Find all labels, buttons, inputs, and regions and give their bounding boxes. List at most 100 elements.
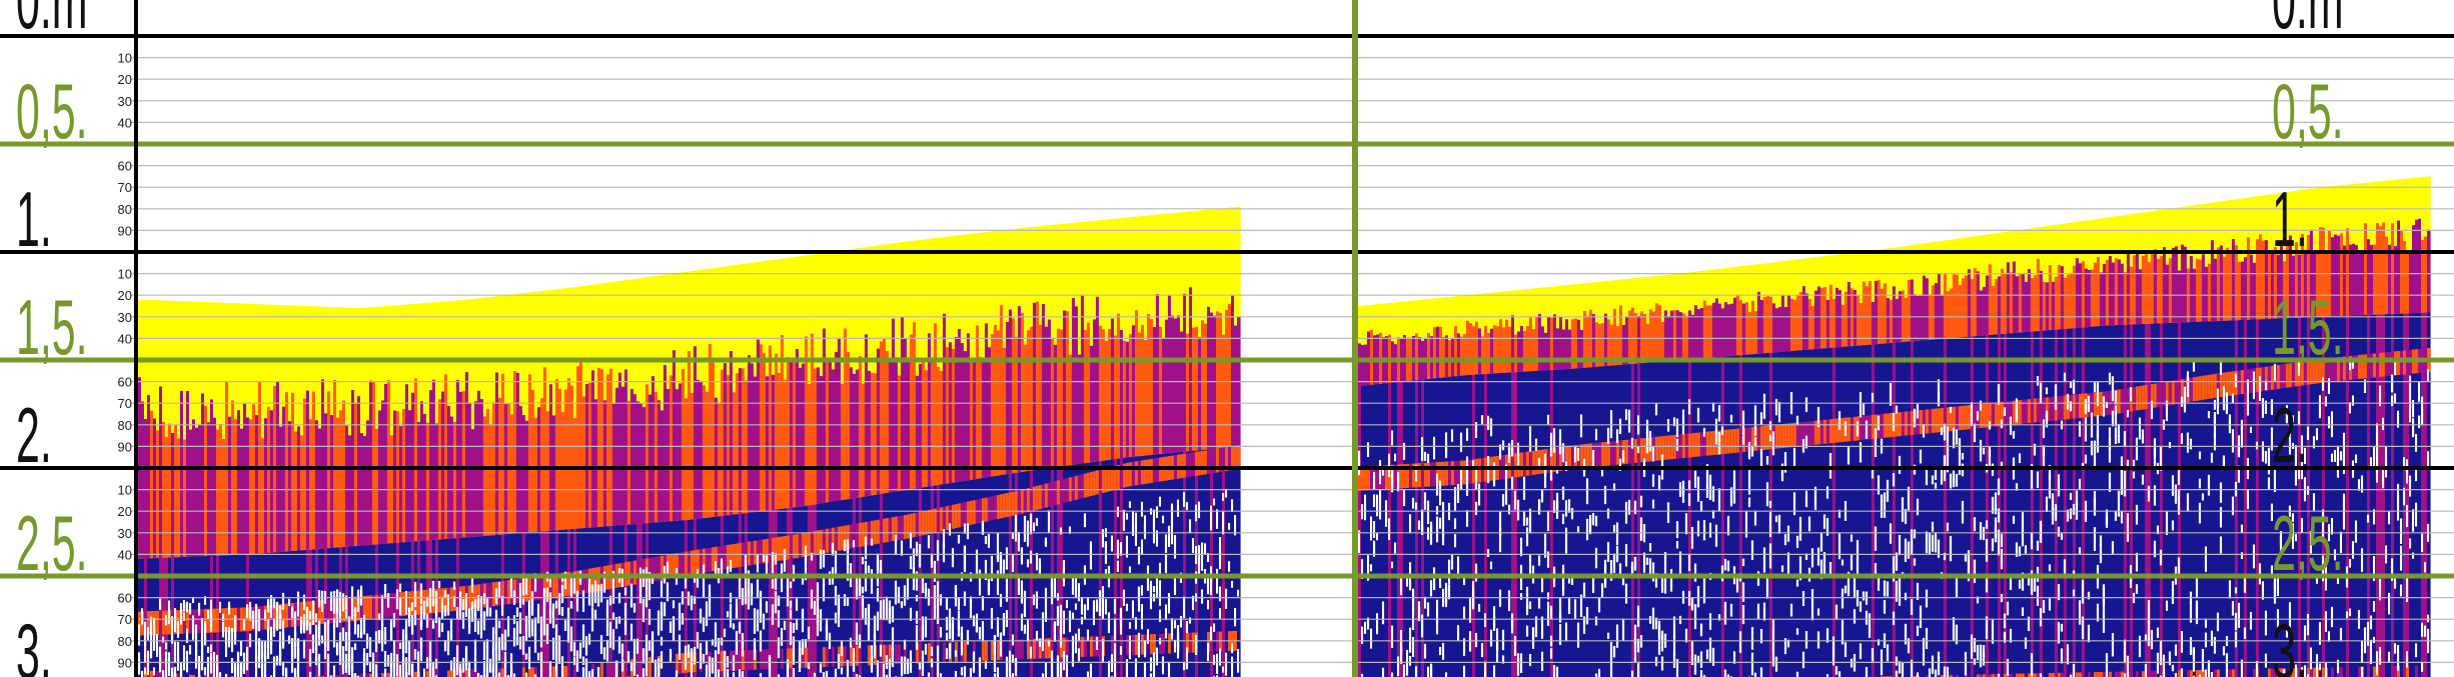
signal-gap <box>1904 538 1907 562</box>
signal-gap <box>813 672 816 677</box>
signal-gap <box>1373 471 1376 490</box>
signal-gap <box>267 599 270 613</box>
signal-gap <box>1796 628 1799 635</box>
signal-gap <box>1005 578 1008 602</box>
signal-gap <box>447 630 450 656</box>
signal-gap <box>210 616 213 627</box>
signal-gap <box>549 661 552 675</box>
signal-gap <box>1215 509 1219 529</box>
signal-gap <box>462 657 465 673</box>
signal-gap <box>483 593 486 605</box>
signal-gap <box>1029 550 1032 564</box>
signal-gap <box>1140 539 1144 555</box>
signal-gap <box>1742 558 1745 567</box>
signal-gap <box>1116 560 1119 572</box>
signal-gap <box>1883 492 1886 518</box>
signal-gap <box>243 652 246 674</box>
signal-gap <box>1454 487 1457 511</box>
signal-gap <box>1185 502 1189 511</box>
signal-gap <box>1209 626 1213 641</box>
signal-gap <box>1724 669 1727 677</box>
signal-gap <box>1886 581 1889 597</box>
signal-gap <box>1574 446 1577 463</box>
signal-gap <box>1562 486 1565 500</box>
signal-gap <box>513 673 516 677</box>
signal-gap <box>1898 661 1901 674</box>
signal-gap <box>270 626 273 646</box>
signal-gap <box>1454 518 1457 530</box>
signal-gap <box>1457 625 1460 641</box>
signal-gap <box>1595 616 1598 626</box>
signal-gap <box>1200 542 1204 560</box>
signal-gap <box>609 621 612 629</box>
signal-gap <box>963 545 966 570</box>
signal-gap <box>1176 629 1180 648</box>
signal-gap <box>1895 552 1898 571</box>
signal-gap <box>1754 437 1757 446</box>
signal-gap <box>933 585 936 599</box>
signal-gap <box>1853 609 1856 624</box>
signal-gap <box>951 616 954 639</box>
signal-gap <box>1409 627 1412 653</box>
signal-gap <box>774 553 777 565</box>
signal-gap <box>1086 629 1089 641</box>
signal-gap <box>834 612 837 624</box>
signal-gap <box>1742 435 1745 445</box>
signal-gap <box>1427 453 1430 463</box>
signal-gap <box>1164 534 1168 553</box>
signal-gap <box>1742 604 1745 625</box>
signal-gap <box>1751 540 1754 561</box>
signal-gap <box>540 668 543 677</box>
signal-gap <box>528 602 531 626</box>
signal-gap <box>1421 437 1424 461</box>
signal-gap <box>1796 579 1799 587</box>
signal-gap <box>756 624 759 632</box>
signal-gap <box>981 596 984 611</box>
signal-gap <box>183 603 186 610</box>
signal-gap <box>1739 631 1742 653</box>
signal-gap <box>1529 601 1532 610</box>
signal-gap <box>1475 501 1478 516</box>
signal-gap <box>759 673 762 677</box>
signal-gap <box>945 597 948 610</box>
signal-gap <box>1508 504 1511 515</box>
signal-gap <box>324 597 327 604</box>
signal-gap <box>405 619 408 642</box>
signal-gap <box>1688 399 1691 415</box>
signal-gap <box>1778 514 1781 529</box>
signal-gap <box>1817 406 1820 428</box>
signal-gap <box>1898 534 1901 556</box>
signal-gap <box>258 650 261 669</box>
signal-gap <box>1712 647 1715 666</box>
signal-gap <box>1787 552 1790 575</box>
signal-gap <box>1835 604 1838 620</box>
signal-gap <box>1895 670 1898 677</box>
signal-gap <box>336 642 339 656</box>
signal-gap <box>1598 668 1601 677</box>
signal-gap <box>1850 658 1853 668</box>
signal-gap <box>1023 609 1026 618</box>
signal-gap <box>1382 667 1385 677</box>
signal-gap <box>1065 655 1068 677</box>
signal-gap <box>1406 578 1409 587</box>
signal-gap <box>1134 664 1138 677</box>
signal-gap <box>1613 524 1616 533</box>
signal-gap <box>1889 382 1892 406</box>
signal-gap <box>1685 513 1688 535</box>
signal-gap <box>1011 553 1014 573</box>
signal-gap <box>1796 671 1799 677</box>
signal-gap <box>1149 583 1153 610</box>
signal-gap <box>999 632 1002 657</box>
signal-gap <box>537 652 540 661</box>
signal-gap <box>273 598 276 609</box>
signal-gap <box>342 627 345 641</box>
signal-gap <box>1541 616 1544 628</box>
signal-gap <box>1838 671 1841 677</box>
signal-gap <box>912 567 915 591</box>
signal-gap <box>1547 414 1550 426</box>
signal-gap <box>765 601 768 613</box>
signal-gap <box>363 614 366 635</box>
signal-gap <box>555 664 558 677</box>
signal-gap <box>1859 392 1862 418</box>
signal-gap <box>813 600 816 615</box>
